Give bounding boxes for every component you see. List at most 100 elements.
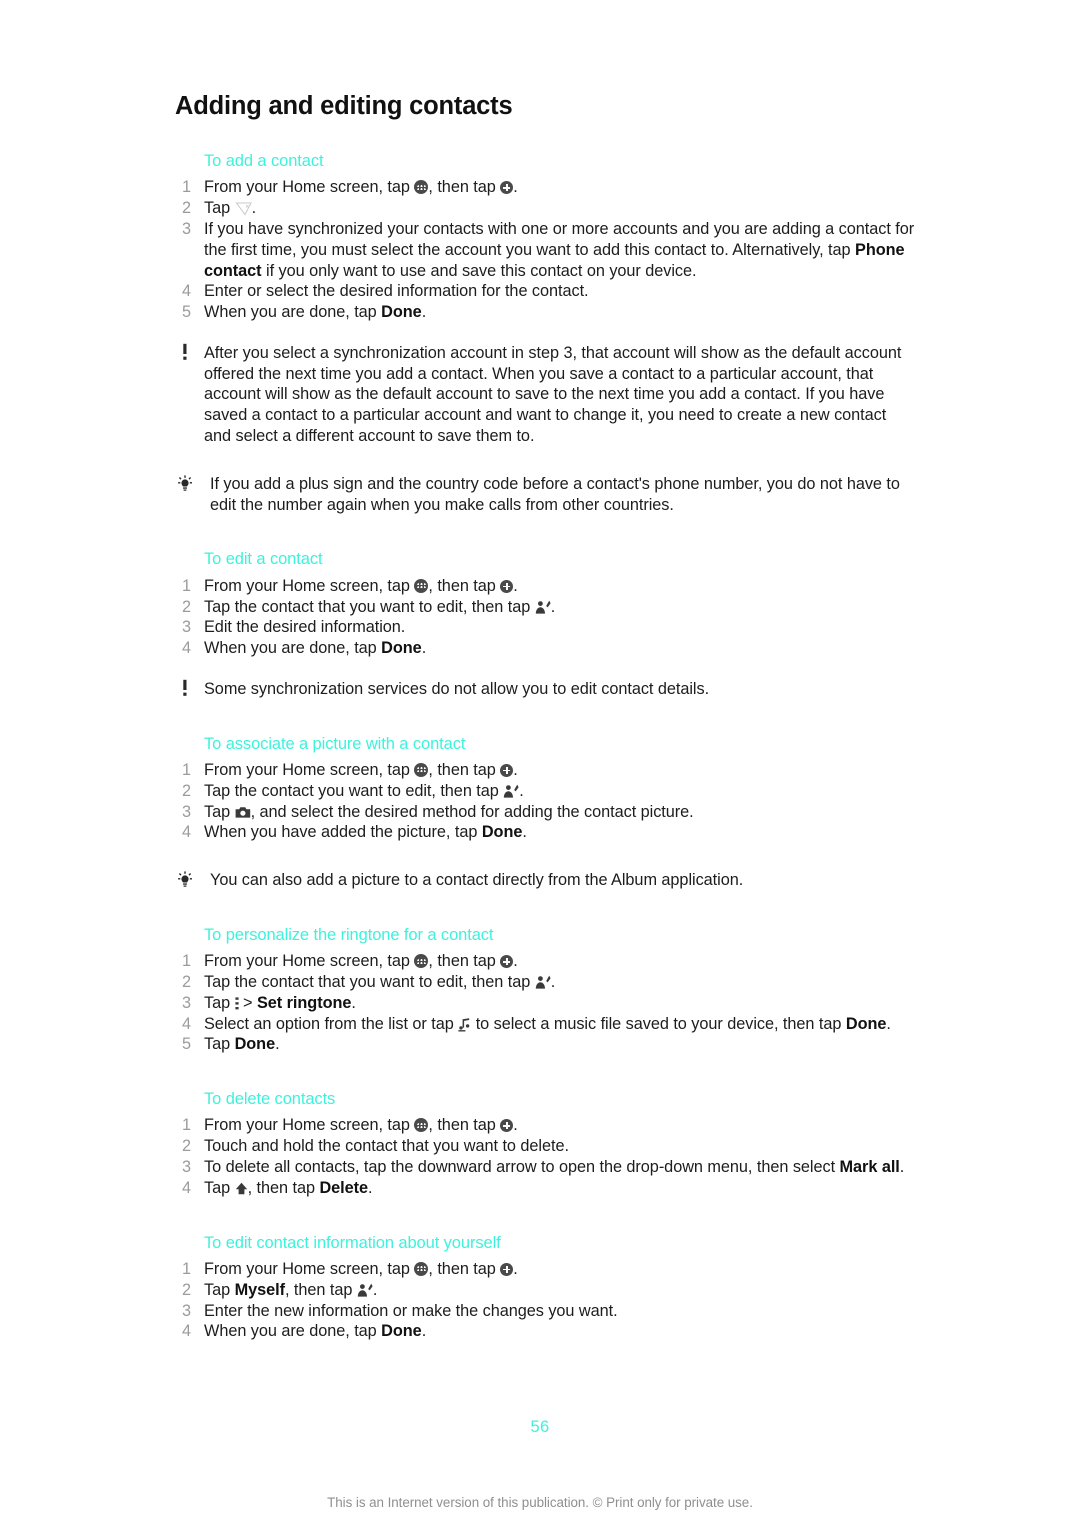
step-item: 3 To delete all contacts, tap the downwar… bbox=[175, 1157, 915, 1178]
step-text: If you have synchronized your contacts w… bbox=[204, 220, 914, 280]
step-number: 4 bbox=[181, 1014, 191, 1033]
step-text: Enter the new information or make the ch… bbox=[204, 1302, 618, 1320]
step-text: Tap , and select the desired method for … bbox=[204, 803, 694, 821]
text-run: . bbox=[351, 993, 356, 1012]
text-run: . bbox=[886, 1014, 891, 1033]
step-text: Tap the contact that you want to edit, t… bbox=[204, 598, 555, 616]
callout-text: You can also add a picture to a contact … bbox=[210, 871, 743, 889]
step-text: From your Home screen, tap , then tap . bbox=[204, 577, 518, 595]
section: To edit contact information about yourse… bbox=[175, 1232, 915, 1342]
text-run: . bbox=[368, 1178, 373, 1197]
up-arrow-icon bbox=[235, 1180, 248, 1195]
text-run: . bbox=[372, 1280, 378, 1299]
text-run: Tap bbox=[204, 1035, 235, 1054]
text-run: , then tap bbox=[428, 178, 501, 197]
step-item: 4 When you are done, tap Done. bbox=[175, 638, 915, 659]
step-text: Touch and hold the contact that you want… bbox=[204, 1137, 569, 1155]
step-item: 3 If you have synchronized your contacts … bbox=[175, 219, 915, 281]
lightbulb-icon bbox=[175, 475, 195, 495]
lightbulb-icon bbox=[175, 871, 195, 891]
text-run: From your Home screen, tap bbox=[204, 1116, 415, 1135]
warning-callout: After you select a synchronization accou… bbox=[175, 343, 915, 447]
ui-term: Done bbox=[234, 1035, 276, 1054]
step-number: 2 bbox=[181, 1280, 191, 1299]
add-circle-icon bbox=[500, 579, 514, 593]
step-text: Tap ×. bbox=[204, 199, 256, 217]
text-run: Tap bbox=[204, 802, 235, 821]
text-run: From your Home screen, tap bbox=[204, 576, 415, 595]
step-text: From your Home screen, tap , then tap . bbox=[204, 1260, 518, 1278]
step-text: Tap , then tap Delete. bbox=[204, 1179, 373, 1197]
edit-contact-icon bbox=[535, 600, 551, 615]
step-text: Edit the desired information. bbox=[204, 618, 405, 636]
step-item: 3 Tap > Set ringtone. bbox=[175, 993, 915, 1014]
step-number: 5 bbox=[181, 303, 191, 322]
callout-text: If you add a plus sign and the country c… bbox=[210, 475, 900, 514]
text-run: Enter the new information or make the ch… bbox=[204, 1301, 618, 1320]
text-run: Tap bbox=[204, 1178, 235, 1197]
step-item: 4 When you have added the picture, tap Do… bbox=[175, 822, 915, 843]
step-text: Tap Myself, then tap . bbox=[204, 1281, 377, 1299]
app-drawer-icon bbox=[414, 1261, 429, 1276]
step-text: From your Home screen, tap , then tap . bbox=[204, 1116, 518, 1134]
step-list: 1 From your Home screen, tap , then tap .… bbox=[175, 951, 915, 1055]
text-run: . bbox=[513, 178, 518, 197]
text-run: , then tap bbox=[428, 1116, 501, 1135]
page-number: 56 bbox=[530, 1418, 550, 1436]
step-text: Tap the contact that you want to edit, t… bbox=[204, 973, 555, 991]
text-run: , then tap bbox=[428, 1259, 501, 1278]
section-heading: To personalize the ringtone for a contac… bbox=[204, 925, 494, 944]
text-run: . bbox=[522, 823, 527, 842]
step-text: When you are done, tap Done. bbox=[204, 1322, 426, 1340]
step-item: 2 Tap the contact that you want to edit, … bbox=[175, 972, 915, 993]
text-run: . bbox=[513, 952, 518, 971]
text-run: Tap bbox=[204, 1280, 235, 1299]
text-run: , and select the desired method for addi… bbox=[250, 802, 694, 821]
step-item: 4 Select an option from the list or tap t… bbox=[175, 1014, 915, 1035]
text-run: Edit the desired information. bbox=[204, 618, 406, 637]
text-run: , then tap bbox=[428, 952, 501, 971]
text-run: If you have synchronized your contacts w… bbox=[204, 219, 915, 259]
step-item: 1 From your Home screen, tap , then tap . bbox=[175, 1259, 915, 1280]
exclamation-icon bbox=[177, 679, 197, 699]
text-run: Tap bbox=[204, 993, 235, 1012]
step-number: 1 bbox=[181, 576, 191, 595]
step-text: Enter or select the desired information … bbox=[204, 282, 589, 300]
ui-term: Delete bbox=[319, 1178, 369, 1197]
text-run: Touch and hold the contact that you want… bbox=[204, 1137, 569, 1156]
step-item: 2 Tap the contact you want to edit, then … bbox=[175, 781, 915, 802]
ui-term: Done bbox=[381, 303, 422, 322]
section-heading: To add a contact bbox=[204, 152, 324, 171]
exclamation-icon bbox=[177, 343, 197, 363]
text-run: . bbox=[513, 576, 518, 595]
ui-term: Done bbox=[481, 823, 523, 842]
step-number: 2 bbox=[181, 199, 191, 218]
step-item: 1 From your Home screen, tap , then tap . bbox=[175, 576, 915, 597]
text-run: Enter or select the desired information … bbox=[204, 282, 589, 301]
step-number: 3 bbox=[181, 993, 191, 1012]
step-text: To delete all contacts, tap the downward… bbox=[204, 1158, 904, 1176]
section-heading: To delete contacts bbox=[204, 1090, 336, 1109]
add-circle-icon bbox=[500, 1119, 514, 1133]
text-run: if you only want to use and save this co… bbox=[261, 261, 697, 280]
text-run: Tap bbox=[204, 199, 235, 218]
step-number: 4 bbox=[181, 639, 191, 658]
add-circle-icon bbox=[500, 181, 514, 195]
text-run: . bbox=[421, 303, 427, 322]
step-item: 1 From your Home screen, tap , then tap . bbox=[175, 951, 915, 972]
ui-term: Done bbox=[845, 1014, 887, 1033]
ui-term: Set ringtone bbox=[256, 993, 352, 1012]
step-item: 1 From your Home screen, tap , then tap . bbox=[175, 1115, 915, 1136]
tip-callout: If you add a plus sign and the country c… bbox=[175, 474, 915, 516]
section: To personalize the ringtone for a contac… bbox=[175, 924, 915, 1055]
ui-term: Myself bbox=[234, 1280, 285, 1299]
text-run: When you have added the picture, tap bbox=[204, 823, 482, 842]
step-number: 4 bbox=[181, 823, 191, 842]
edit-contact-icon bbox=[357, 1283, 373, 1298]
step-item: 5 Tap Done. bbox=[175, 1034, 915, 1055]
text-run: . bbox=[513, 1259, 518, 1278]
ui-term: Done bbox=[381, 1322, 422, 1341]
